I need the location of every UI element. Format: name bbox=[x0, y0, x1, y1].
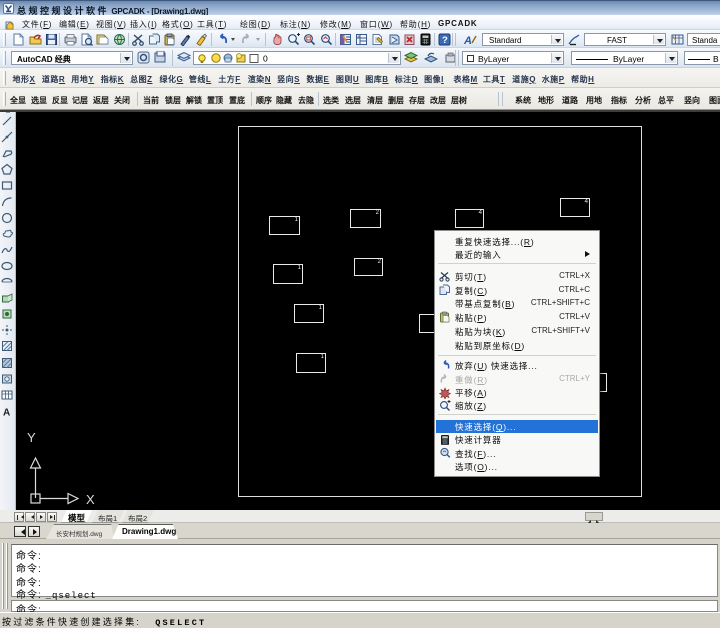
svg-text:A: A bbox=[3, 407, 10, 418]
svg-text:Y: Y bbox=[27, 430, 36, 445]
svg-text:?: ? bbox=[442, 35, 448, 46]
svg-text:0: 0 bbox=[263, 54, 268, 64]
svg-text:A: A bbox=[464, 35, 472, 46]
svg-text:X: X bbox=[86, 492, 95, 507]
